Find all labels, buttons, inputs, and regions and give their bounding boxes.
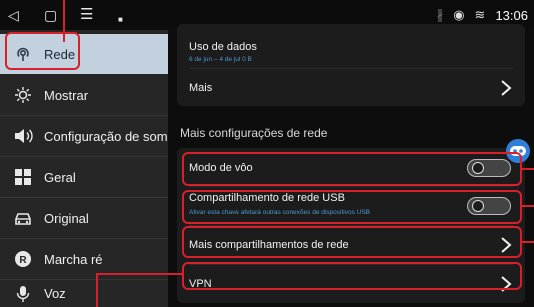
chevron-right-icon [501, 237, 512, 253]
sidebar-item-original[interactable]: Original [0, 198, 168, 238]
vpn-title: VPN [189, 278, 212, 290]
annotation-line [522, 168, 534, 170]
usb-tethering-row[interactable]: Compartilhamento de rede USB Ativar esta… [177, 187, 525, 225]
toggle-knob [472, 162, 484, 174]
sidebar-item-label: Geral [44, 169, 76, 185]
sidebar-item-voz[interactable]: Voz [0, 280, 168, 307]
sidebar-item-label: Voz [44, 286, 66, 301]
notification-dot-icon: ■ [118, 15, 123, 24]
more-tethering-title: Mais compartilhamentos de rede [189, 239, 349, 251]
home-icon[interactable]: ▢ [44, 6, 57, 24]
speaker-icon [10, 123, 36, 149]
chevron-right-icon [501, 276, 512, 292]
data-usage-row[interactable]: Uso de dados 6 de jun – 4 de jul 0 B [177, 24, 525, 66]
sidebar-item-label: Mostrar [44, 87, 89, 103]
vpn-row[interactable]: VPN [177, 265, 525, 303]
toggle-knob [472, 200, 484, 212]
location-icon: ◉ [453, 7, 465, 22]
svg-text:R: R [19, 255, 27, 266]
sidebar-item-configuracao-de-som[interactable]: Configuração de som [0, 116, 168, 156]
usb-tethering-subtitle: Ativar esta chave afetará outras conexõe… [189, 209, 371, 216]
sidebar-item-geral[interactable]: Geral [0, 157, 168, 197]
bluetooth-icon: ∦ [436, 7, 444, 22]
airplane-mode-title: Modo de vôo [189, 162, 253, 174]
status-icons: ∦ ◉ ≋ 13:06 [437, 7, 528, 23]
back-icon[interactable]: ◁ [8, 6, 19, 24]
microphone-icon [10, 281, 36, 307]
airplane-mode-row[interactable]: Modo de vôo [177, 148, 525, 186]
annotation-line [522, 241, 534, 243]
usb-tethering-toggle[interactable] [467, 197, 511, 215]
wifi-icon: ≋ [474, 7, 486, 22]
more-title: Mais [189, 82, 213, 94]
sidebar-item-label: Configuração de som [44, 128, 168, 144]
settings-sidebar: Rede Mostrar Configuração de som Geral O… [0, 30, 168, 307]
chevron-right-icon [501, 80, 512, 96]
more-network-settings-card: Modo de vôo Compartilhamento de rede USB… [177, 148, 525, 303]
clock: 13:06 [495, 7, 528, 23]
data-usage-subtitle: 6 de jun – 4 de jul 0 B [189, 56, 252, 63]
network-settings-panel: Uso de dados 6 de jun – 4 de jul 0 B Mai… [168, 24, 534, 307]
reverse-icon: R [10, 246, 36, 272]
menu-icon[interactable]: ☰ [80, 6, 93, 24]
network-icon [10, 41, 36, 67]
sidebar-item-mostrar[interactable]: Mostrar [0, 75, 168, 115]
brightness-icon [10, 82, 36, 108]
grid-icon [10, 164, 36, 190]
annotation-line [63, 0, 65, 42]
more-tethering-row[interactable]: Mais compartilhamentos de rede [177, 226, 525, 264]
sidebar-item-label: Rede [44, 46, 76, 62]
annotation-line [522, 205, 534, 207]
assistant-bot-icon[interactable] [504, 137, 532, 165]
annotation-line [96, 273, 98, 307]
sidebar-item-label: Marcha ré [44, 251, 103, 267]
data-usage-card: Uso de dados 6 de jun – 4 de jul 0 B Mai… [177, 24, 525, 106]
data-usage-title: Uso de dados [189, 41, 257, 53]
sidebar-item-rede[interactable]: Rede [0, 34, 168, 74]
more-row[interactable]: Mais [177, 69, 525, 106]
section-title: Mais configurações de rede [180, 126, 328, 140]
annotation-line [96, 273, 183, 275]
car-icon [10, 205, 36, 231]
usb-tethering-title: Compartilhamento de rede USB [189, 192, 345, 204]
sidebar-item-label: Original [44, 210, 89, 226]
